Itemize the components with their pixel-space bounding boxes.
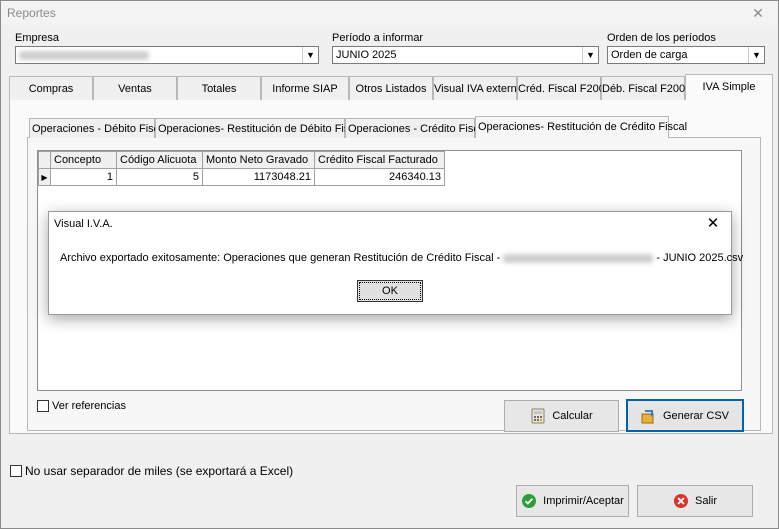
window-title: Reportes [7, 6, 56, 20]
calcular-button[interactable]: Calcular [504, 400, 619, 432]
col-header-concepto[interactable]: Concepto [50, 151, 117, 169]
ver-referencias-checkbox[interactable] [37, 400, 49, 412]
tab-deb-fiscal-f2002[interactable]: Déb. Fiscal F2002 [601, 76, 691, 100]
tab-visual-iva-externo[interactable]: Visual IVA externo [433, 76, 523, 100]
export-success-dialog: Visual I.V.A. ✕ Archivo exportado exitos… [48, 211, 743, 315]
empresa-label: Empresa [15, 32, 60, 44]
dialog-message-prefix: Archivo exportado exitosamente: Operacio… [60, 252, 504, 264]
subtab-credito-fiscal[interactable]: Operaciones - Crédito Fiscal [345, 118, 487, 138]
orden-select[interactable]: Orden de carga ▼ [607, 46, 765, 64]
empresa-select[interactable]: ▼ [15, 46, 319, 64]
redacted-company-name [503, 253, 654, 263]
subtab-restitucion-debito[interactable]: Operaciones- Restitución de Débito Fisca… [155, 118, 363, 138]
tab-otros-listados[interactable]: Otros Listados [349, 76, 433, 100]
table-row[interactable]: ▶ 1 5 1173048.21 246340.13 [38, 168, 445, 186]
no-separador-checkbox[interactable] [10, 465, 22, 477]
grid-header-row: Concepto Código Alicuota Monto Neto Grav… [38, 151, 445, 169]
grid-table: Concepto Código Alicuota Monto Neto Grav… [38, 151, 445, 186]
chevron-down-icon[interactable]: ▼ [302, 47, 318, 63]
calcular-label: Calcular [552, 410, 593, 422]
row-selector-icon[interactable]: ▶ [38, 168, 51, 186]
dialog-title: Visual I.V.A. [54, 218, 113, 230]
no-separador-label: No usar separador de miles (se exportará… [25, 464, 294, 478]
tab-totales[interactable]: Totales [177, 76, 261, 100]
tab-cred-fiscal-f2002[interactable]: Créd. Fiscal F2002 [517, 76, 611, 100]
periodo-label: Período a informar [332, 32, 424, 44]
col-header-credito-fiscal[interactable]: Crédito Fiscal Facturado [314, 151, 445, 169]
cell-credito-fiscal[interactable]: 246340.13 [314, 168, 445, 186]
close-icon[interactable]: ✕ [746, 3, 770, 23]
chevron-down-icon[interactable]: ▼ [582, 47, 598, 63]
ok-label: OK [359, 282, 421, 300]
close-icon[interactable]: ✕ [703, 214, 723, 232]
col-header-codigo-alicuota[interactable]: Código Alicuota [116, 151, 203, 169]
cell-concepto[interactable]: 1 [50, 168, 117, 186]
orden-value: Orden de carga [611, 49, 688, 61]
chevron-down-icon[interactable]: ▼ [748, 47, 764, 63]
generar-csv-button[interactable]: Generar CSV [626, 399, 744, 432]
ok-button[interactable]: OK [357, 280, 423, 302]
exit-icon [673, 493, 689, 509]
tab-informe-siap[interactable]: Informe SIAP [261, 76, 349, 100]
orden-label: Orden de los períodos [607, 32, 716, 44]
generar-csv-label: Generar CSV [662, 409, 730, 422]
tab-compras[interactable]: Compras [9, 76, 93, 100]
row-header-corner [38, 151, 51, 169]
cell-monto-neto[interactable]: 1173048.21 [202, 168, 315, 186]
salir-button[interactable]: Salir [637, 485, 753, 517]
empresa-value-redacted [19, 49, 149, 61]
tab-ventas[interactable]: Ventas [93, 76, 177, 100]
export-icon [641, 408, 657, 424]
tab-iva-simple[interactable]: IVA Simple [685, 74, 773, 100]
calculator-icon [530, 408, 546, 424]
periodo-select[interactable]: JUNIO 2025 ▼ [332, 46, 599, 64]
check-circle-icon [521, 493, 537, 509]
salir-label: Salir [694, 495, 717, 507]
imprimir-aceptar-button[interactable]: Imprimir/Aceptar [516, 485, 629, 517]
cell-codigo-alicuota[interactable]: 5 [116, 168, 203, 186]
dialog-message: Archivo exportado exitosamente: Operacio… [60, 252, 743, 264]
title-bar: Reportes ✕ [1, 1, 778, 25]
dialog-message-suffix: - JUNIO 2025.csv [653, 252, 744, 264]
subtab-debito-fiscal[interactable]: Operaciones - Débito Fiscal [29, 118, 168, 138]
ver-referencias-label: Ver referencias [52, 400, 126, 412]
col-header-monto-neto[interactable]: Monto Neto Gravado [202, 151, 315, 169]
imprimir-label: Imprimir/Aceptar [543, 495, 624, 507]
periodo-value: JUNIO 2025 [336, 49, 397, 61]
main-tabs: Compras Ventas Totales Informe SIAP Otro… [9, 74, 775, 100]
subtab-restitucion-credito[interactable]: Operaciones- Restitución de Crédito Fisc… [475, 116, 687, 138]
